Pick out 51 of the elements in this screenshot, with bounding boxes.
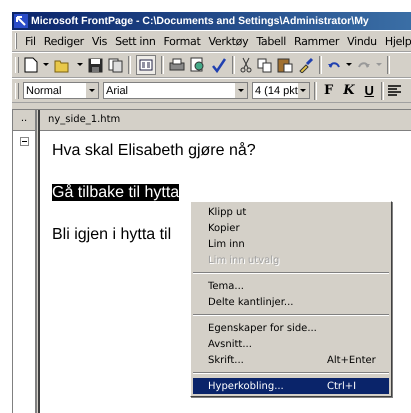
menu-item[interactable]: Format — [164, 34, 201, 48]
format-button[interactable]: U — [362, 83, 377, 98]
brush-icon[interactable] — [298, 57, 314, 73]
dropdown-arrow-icon[interactable] — [346, 63, 352, 67]
menu-item[interactable]: Rammer — [294, 34, 340, 48]
cut-icon[interactable] — [240, 57, 252, 73]
app-icon — [14, 14, 28, 28]
context-menu-item[interactable]: Egenskaper for side... — [193, 320, 389, 336]
paste-icon[interactable] — [277, 57, 293, 73]
dropdown-arrow-icon[interactable] — [77, 63, 83, 67]
context-menu-item[interactable]: Skrift... Alt+Enter — [193, 352, 389, 368]
font-dropdown[interactable]: Arial — [103, 82, 248, 99]
paragraph-text: Gå tilbake til hytta — [52, 184, 180, 201]
folder-list-icon[interactable] — [136, 55, 156, 75]
format-button[interactable]: K — [340, 83, 358, 98]
menu-item[interactable]: Hjelp — [384, 34, 411, 48]
dropdown-arrow-icon — [89, 88, 95, 92]
menu-item[interactable]: Rediger — [44, 34, 84, 48]
format-button[interactable]: F — [321, 83, 336, 98]
copy-icon[interactable] — [257, 58, 272, 72]
spell-check-icon[interactable] — [211, 57, 227, 73]
context-menu-item[interactable]: Lim inn — [193, 236, 389, 252]
dropdown-arrow-icon — [300, 88, 306, 92]
menu-item[interactable]: Vis — [92, 34, 108, 48]
menu-item[interactable]: Vindu — [347, 34, 377, 48]
context-menu-item[interactable]: Tema... — [193, 278, 389, 294]
print-icon[interactable] — [169, 58, 185, 72]
context-menu-item[interactable]: Kopier — [193, 220, 389, 236]
collapse-icon[interactable] — [20, 137, 28, 146]
new-page-icon[interactable] — [24, 57, 38, 73]
align-left-icon[interactable] — [388, 84, 401, 96]
dropdown-arrow-icon — [238, 88, 244, 92]
menu-item[interactable]: Sett inn — [115, 34, 156, 48]
pages-icon[interactable] — [108, 58, 123, 72]
size-dropdown[interactable]: 4 (14 pkt — [252, 82, 310, 99]
context-menu-item[interactable]: Delte kantlinjer... — [193, 294, 389, 310]
context-menu-item[interactable]: Hyperkobling... Ctrl+I — [193, 378, 389, 394]
menu-item[interactable]: Verktøy — [208, 34, 248, 48]
paragraph-text: Hva skal Elisabeth gjøre nå? — [52, 142, 256, 159]
document-tab[interactable]: ny_side_1.htm — [40, 110, 411, 131]
menu-item[interactable]: Fil — [25, 34, 36, 48]
paragraph-text: Bli igjen i hytta til — [52, 226, 172, 243]
dropdown-arrow-icon[interactable] — [43, 63, 49, 67]
context-menu-item[interactable]: Avsnitt... — [193, 336, 389, 352]
context-menu-item[interactable]: Klipp ut — [193, 204, 389, 220]
save-icon[interactable] — [88, 58, 103, 72]
preview-icon[interactable] — [190, 57, 206, 73]
folder-list-header: .. — [13, 110, 35, 131]
menu-item[interactable]: Tabell — [256, 34, 286, 48]
window-title: Microsoft FrontPage - C:\Documents and Settings\Administrator\My — [31, 15, 369, 27]
style-dropdown[interactable]: Normal — [23, 82, 99, 99]
